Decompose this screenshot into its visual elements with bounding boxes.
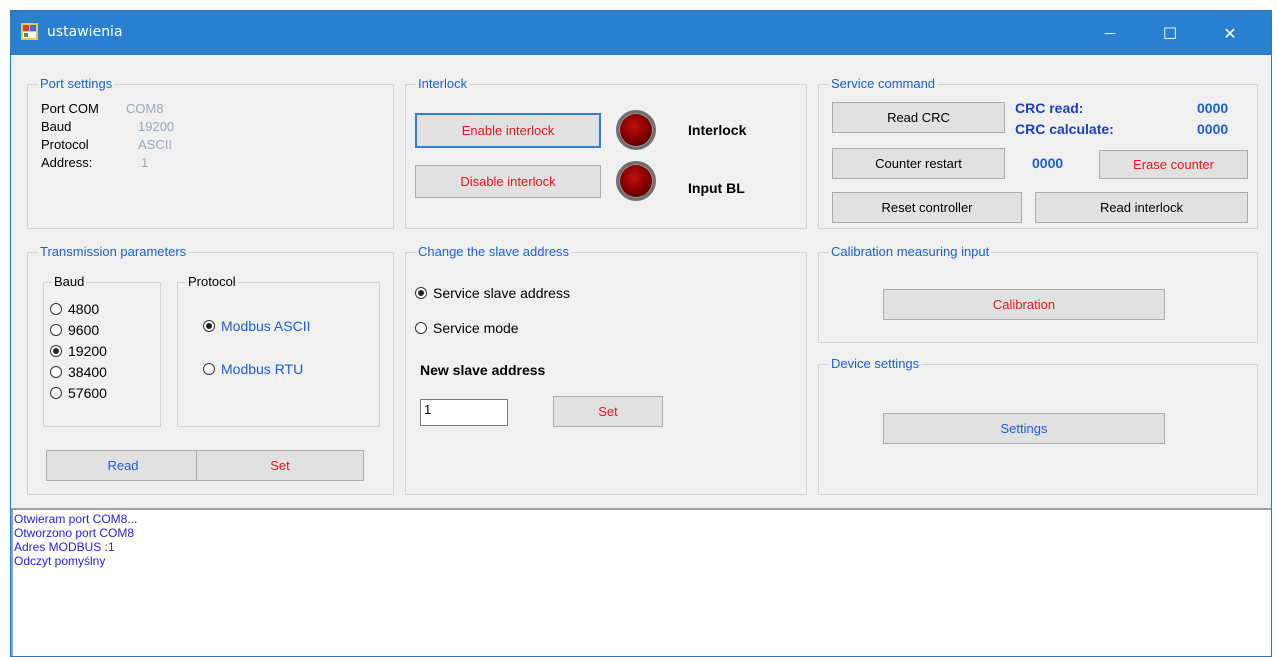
- log-line: Adres MODBUS :1: [14, 540, 115, 554]
- new-slave-address-label: New slave address: [420, 362, 546, 378]
- protocol-group: Protocol Modbus ASCII Modbus RTU: [177, 274, 380, 427]
- port-com-label: Port COM: [41, 101, 99, 116]
- minimize-button[interactable]: —: [1080, 11, 1140, 55]
- slave-address-group: Change the slave address Service slave a…: [405, 244, 807, 495]
- enable-interlock-button[interactable]: Enable interlock: [415, 113, 601, 148]
- baud-label: Baud: [41, 119, 72, 134]
- read-crc-button[interactable]: Read CRC: [832, 102, 1005, 133]
- calibration-legend: Calibration measuring input: [829, 244, 992, 260]
- slave-address-set-button[interactable]: Set: [553, 396, 663, 427]
- close-icon: ✕: [1223, 23, 1237, 43]
- service-slave-address-radio[interactable]: Service slave address: [415, 285, 570, 301]
- device-settings-group: Device settings Settings: [818, 356, 1258, 495]
- calibration-group: Calibration measuring input Calibration: [818, 244, 1258, 343]
- baud-legend: Baud: [52, 274, 87, 290]
- title-bar[interactable]: ustawienia — ☐ ✕: [11, 11, 1271, 55]
- radio-circle-icon: [50, 324, 62, 336]
- baud-radio-9600[interactable]: 9600: [50, 322, 99, 338]
- input-bl-led-icon: [616, 161, 656, 201]
- read-button[interactable]: Read: [46, 450, 200, 481]
- baud-radio-4800[interactable]: 4800: [50, 301, 99, 317]
- window-title: ustawienia: [47, 24, 123, 40]
- port-settings-group: Port settings Port COM COM8 Baud 19200 P…: [27, 76, 394, 229]
- transmission-parameters-legend: Transmission parameters: [38, 244, 189, 260]
- address-label: Address:: [41, 155, 93, 170]
- slave-address-legend: Change the slave address: [416, 244, 572, 260]
- radio-checked-icon: [50, 345, 62, 357]
- service-command-legend: Service command: [829, 76, 938, 92]
- close-button[interactable]: ✕: [1200, 11, 1260, 55]
- minimize-icon: —: [1104, 26, 1116, 40]
- interlock-group: Interlock Enable interlock Interlock Dis…: [405, 76, 807, 229]
- address-value: 1: [141, 155, 149, 170]
- input-bl-label: Input BL: [688, 180, 745, 196]
- disable-interlock-button[interactable]: Disable interlock: [415, 165, 601, 198]
- interlock-led-icon: [616, 110, 656, 150]
- crc-read-label: CRC read:: [1015, 100, 1084, 116]
- app-icon: [21, 23, 38, 40]
- calibration-button[interactable]: Calibration: [883, 289, 1165, 320]
- baud-group: Baud 4800 9600 19200 38400 57600: [43, 274, 161, 427]
- crc-calculate-value: 0000: [1197, 121, 1229, 137]
- baud-value: 19200: [138, 119, 175, 134]
- settings-window: ustawienia — ☐ ✕ Port settings Port COM …: [10, 10, 1272, 657]
- port-com-value: COM8: [126, 101, 164, 116]
- crc-read-value: 0000: [1197, 100, 1229, 116]
- service-mode-radio[interactable]: Service mode: [415, 320, 519, 336]
- settings-button[interactable]: Settings: [883, 413, 1165, 444]
- service-command-group: Service command Read CRC CRC read: 0000 …: [818, 76, 1258, 229]
- read-interlock-button[interactable]: Read interlock: [1035, 192, 1248, 223]
- radio-circle-icon: [415, 322, 427, 334]
- interlock-legend: Interlock: [416, 76, 470, 92]
- protocol-radio-modbus-rtu[interactable]: Modbus RTU: [203, 361, 303, 377]
- port-settings-legend: Port settings: [38, 76, 115, 92]
- erase-counter-button[interactable]: Erase counter: [1099, 150, 1248, 179]
- protocol-value: ASCII: [138, 137, 172, 152]
- radio-circle-icon: [203, 363, 215, 375]
- radio-checked-icon: [203, 320, 215, 332]
- counter-restart-button[interactable]: Counter restart: [832, 148, 1005, 179]
- maximize-button[interactable]: ☐: [1140, 11, 1200, 55]
- radio-checked-icon: [415, 287, 427, 299]
- radio-circle-icon: [50, 387, 62, 399]
- reset-controller-button[interactable]: Reset controller: [832, 192, 1022, 223]
- protocol-label: Protocol: [41, 137, 89, 152]
- log-line: Otwieram port COM8...: [14, 512, 138, 526]
- protocol-radio-modbus-ascii[interactable]: Modbus ASCII: [203, 318, 311, 334]
- device-settings-legend: Device settings: [829, 356, 922, 372]
- baud-radio-57600[interactable]: 57600: [50, 385, 107, 401]
- log-line: Odczyt pomyślny: [14, 554, 106, 568]
- baud-radio-38400[interactable]: 38400: [50, 364, 107, 380]
- protocol-legend: Protocol: [186, 274, 238, 290]
- baud-radio-19200[interactable]: 19200: [50, 343, 107, 359]
- counter-value: 0000: [1032, 155, 1064, 171]
- radio-circle-icon: [50, 366, 62, 378]
- crc-calculate-label: CRC calculate:: [1015, 121, 1114, 137]
- transmission-parameters-group: Transmission parameters Baud 4800 9600 1…: [27, 244, 394, 495]
- interlock-status-label: Interlock: [688, 122, 747, 138]
- maximize-icon: ☐: [1162, 23, 1178, 43]
- radio-circle-icon: [50, 303, 62, 315]
- new-slave-address-input[interactable]: 1: [420, 399, 508, 426]
- log-output[interactable]: Otwieram port COM8... Otworzono port COM…: [11, 508, 1271, 656]
- transmission-set-button[interactable]: Set: [196, 450, 364, 481]
- log-line: Otworzono port COM8: [14, 526, 135, 540]
